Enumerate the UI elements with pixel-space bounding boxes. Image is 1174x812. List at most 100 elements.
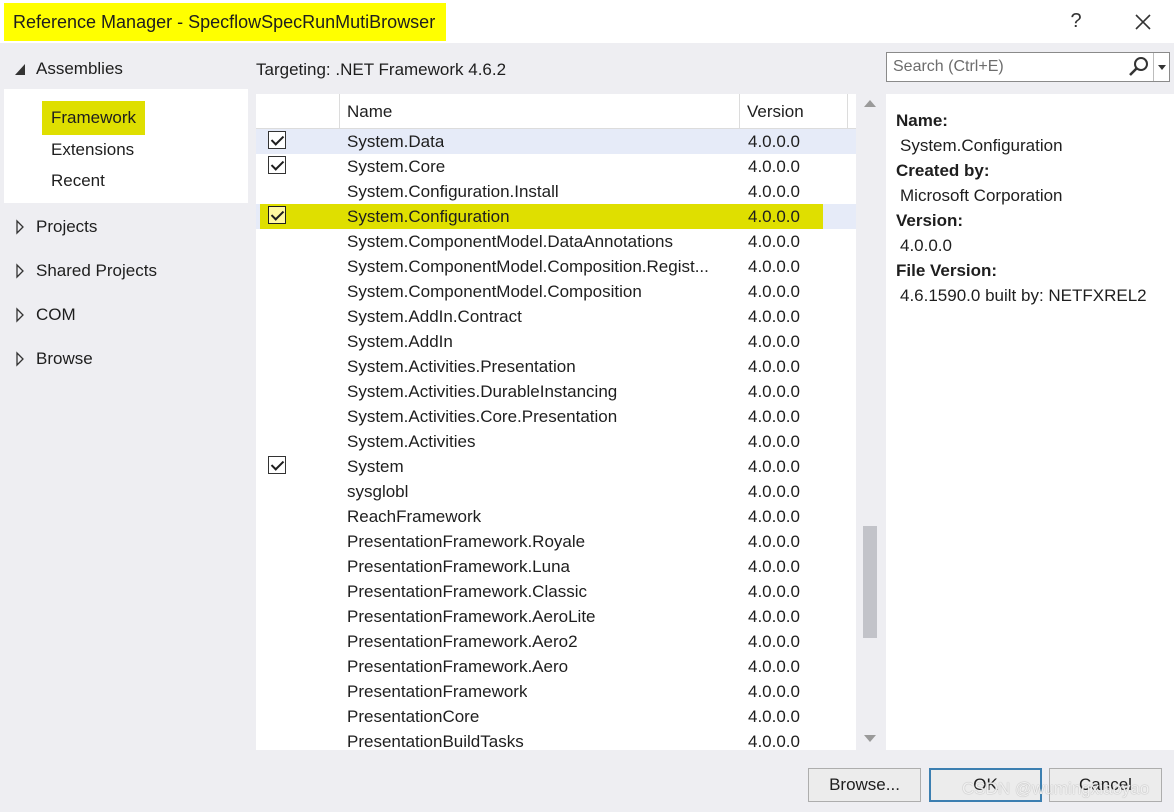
title-bar: Reference Manager - SpecflowSpecRunMutiB… xyxy=(0,0,1174,43)
table-row[interactable]: System.Activities.DurableInstancing 4.0.0… xyxy=(256,379,856,404)
table-row[interactable]: System.Configuration 4.0.0.0 xyxy=(256,204,856,229)
assembly-version: 4.0.0.0 xyxy=(748,707,800,726)
table-row[interactable]: PresentationBuildTasks 4.0.0.0 xyxy=(256,729,856,750)
table-row[interactable]: PresentationCore 4.0.0.0 xyxy=(256,704,856,729)
table-row[interactable]: PresentationFramework 4.0.0.0 xyxy=(256,679,856,704)
table-row[interactable]: System 4.0.0.0 xyxy=(256,454,856,479)
table-row[interactable]: System.ComponentModel.Composition 4.0.0.0 xyxy=(256,279,856,304)
assembly-version: 4.0.0.0 xyxy=(748,732,800,750)
include-checkbox[interactable] xyxy=(268,206,286,224)
table-row[interactable]: PresentationFramework.Aero2 4.0.0.0 xyxy=(256,629,856,654)
assembly-name: System xyxy=(347,457,404,476)
assembly-name: PresentationFramework.Luna xyxy=(347,557,571,576)
search-icon[interactable] xyxy=(1127,55,1151,79)
assembly-version: 4.0.0.0 xyxy=(748,632,800,651)
table-row[interactable]: System.Activities.Core.Presentation 4.0.0… xyxy=(256,404,856,429)
targeting-label: Targeting: .NET Framework 4.6.2 xyxy=(256,60,507,79)
watermark: CSDN @wumingxiaoyao xyxy=(962,779,1150,798)
assembly-name: PresentationFramework.Royale xyxy=(347,532,586,551)
details-panel: Name: System.Configuration Created by: M… xyxy=(886,94,1174,750)
details-file-version-label: File Version: xyxy=(896,261,998,280)
table-row[interactable]: System.Activities 4.0.0.0 xyxy=(256,429,856,454)
assembly-name: PresentationFramework xyxy=(347,682,528,701)
assembly-version: 4.0.0.0 xyxy=(748,457,800,476)
assembly-version: 4.0.0.0 xyxy=(748,657,800,676)
sidebar-item-extensions[interactable]: Extensions xyxy=(47,135,138,165)
table-row[interactable]: PresentationFramework.Classic 4.0.0.0 xyxy=(256,579,856,604)
assembly-name: System.Activities.Presentation xyxy=(347,357,576,376)
sidebar-group-shared-projects[interactable]: Shared Projects xyxy=(0,249,248,293)
details-created-label: Created by: xyxy=(896,161,990,180)
assembly-version: 4.0.0.0 xyxy=(748,357,800,376)
column-header-version[interactable]: Version xyxy=(740,94,848,128)
table-row[interactable]: System.ComponentModel.Composition.Regist… xyxy=(256,254,856,279)
table-row[interactable]: PresentationFramework.Aero 4.0.0.0 xyxy=(256,654,856,679)
search-options-dropdown[interactable] xyxy=(1153,53,1170,81)
assembly-version: 4.0.0.0 xyxy=(748,232,800,251)
collapsed-arrow-icon xyxy=(13,337,27,398)
assembly-version: 4.0.0.0 xyxy=(748,282,800,301)
column-header-checkbox[interactable] xyxy=(260,94,340,128)
sidebar-group-browse[interactable]: Browse xyxy=(0,337,248,381)
sidebar-group-label: Browse xyxy=(36,349,93,368)
assembly-name: PresentationCore xyxy=(347,707,480,726)
table-row[interactable]: ReachFramework 4.0.0.0 xyxy=(256,504,856,529)
assembly-name: System.Data xyxy=(347,132,445,151)
scroll-up-arrow-icon[interactable] xyxy=(864,100,876,107)
table-row[interactable]: PresentationFramework.AeroLite 4.0.0.0 xyxy=(256,604,856,629)
table-row[interactable]: sysglobl 4.0.0.0 xyxy=(256,479,856,504)
assembly-name: PresentationBuildTasks xyxy=(347,732,524,750)
close-button[interactable] xyxy=(1128,7,1158,37)
assembly-name: System.Configuration.Install xyxy=(347,182,559,201)
window-title: Reference Manager - SpecflowSpecRunMutiB… xyxy=(4,3,447,41)
close-icon xyxy=(1135,14,1151,30)
include-checkbox[interactable] xyxy=(268,156,286,174)
assembly-version: 4.0.0.0 xyxy=(748,682,800,701)
scroll-down-arrow-icon[interactable] xyxy=(864,735,876,742)
assembly-name: ReachFramework xyxy=(347,507,482,526)
sidebar-group-label: Shared Projects xyxy=(36,261,157,280)
table-row[interactable]: System.Data 4.0.0.0 xyxy=(256,129,856,154)
sidebar-group-projects[interactable]: Projects xyxy=(0,205,248,249)
include-checkbox[interactable] xyxy=(268,131,286,149)
table-row[interactable]: PresentationFramework.Royale 4.0.0.0 xyxy=(256,529,856,554)
table-row[interactable]: System.ComponentModel.DataAnnotations 4.0… xyxy=(256,229,856,254)
table-row[interactable]: System.Activities.Presentation 4.0.0.0 xyxy=(256,354,856,379)
assembly-version: 4.0.0.0 xyxy=(748,207,800,226)
details-file-version-value: 4.6.1590.0 built by: NETFXREL2 xyxy=(900,286,1147,305)
assembly-name: PresentationFramework.AeroLite xyxy=(347,607,596,626)
column-header-name[interactable]: Name xyxy=(340,94,740,128)
help-button[interactable]: ? xyxy=(1062,6,1090,36)
assembly-name: System.ComponentModel.Composition.Regist… xyxy=(347,257,709,276)
assembly-version: 4.0.0.0 xyxy=(748,557,800,576)
sidebar-item-recent[interactable]: Recent xyxy=(47,166,109,196)
assembly-list: Name Version System.Data 4.0.0.0 System.Co… xyxy=(256,94,856,750)
include-checkbox[interactable] xyxy=(268,456,286,474)
assembly-name: System.ComponentModel.DataAnnotations xyxy=(347,232,674,251)
table-row[interactable]: System.Configuration.Install 4.0.0.0 xyxy=(256,179,856,204)
table-row[interactable]: PresentationFramework.Luna 4.0.0.0 xyxy=(256,554,856,579)
search-input[interactable] xyxy=(887,53,1137,81)
selection-highlight xyxy=(260,204,823,229)
vertical-scrollbar[interactable] xyxy=(858,94,882,750)
table-row[interactable]: System.Core 4.0.0.0 xyxy=(256,154,856,179)
table-row[interactable]: System.AddIn.Contract 4.0.0.0 xyxy=(256,304,856,329)
sidebar-item-framework[interactable]: Framework xyxy=(42,101,146,135)
scrollbar-thumb[interactable] xyxy=(863,526,877,638)
chevron-down-icon xyxy=(1158,65,1166,70)
column-header-row: Name Version xyxy=(256,94,856,129)
category-sidebar: Assemblies Framework Extensions Recent P… xyxy=(0,43,248,758)
assembly-name: System.Activities.Core.Presentation xyxy=(347,407,618,426)
assembly-version: 4.0.0.0 xyxy=(748,382,800,401)
browse-button[interactable]: Browse... xyxy=(808,768,921,802)
assembly-version: 4.0.0.0 xyxy=(748,132,800,151)
sidebar-group-com[interactable]: COM xyxy=(0,293,248,337)
sidebar-group-label: Projects xyxy=(36,217,98,236)
sidebar-group-assemblies[interactable]: Assemblies xyxy=(0,47,248,91)
assembly-version: 4.0.0.0 xyxy=(748,582,800,601)
assembly-name: System.ComponentModel.Composition xyxy=(347,282,642,301)
assembly-rows: System.Data 4.0.0.0 System.Core 4.0.0.0 Syst… xyxy=(256,129,856,750)
table-row[interactable]: System.AddIn 4.0.0.0 xyxy=(256,329,856,354)
assembly-name: sysglobl xyxy=(347,482,409,501)
assembly-name: PresentationFramework.Classic xyxy=(347,582,587,601)
